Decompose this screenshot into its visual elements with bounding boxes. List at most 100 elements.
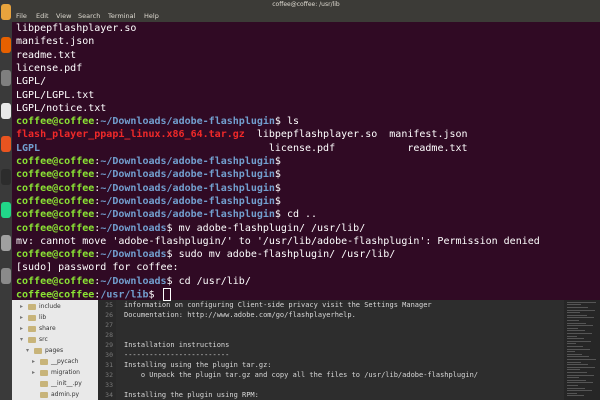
prompt-path: ~/Downloads/adobe-flashplugin (100, 116, 275, 128)
tree-item-label: lib (39, 314, 47, 321)
chevron-icon[interactable]: ▸ (20, 324, 28, 334)
terminal-text: $ cd /usr/lib/ (166, 275, 251, 287)
terminal-window[interactable]: coffee@coffee: /usr/lib File Edit View Sear… (12, 0, 600, 301)
menu-help[interactable]: Help (144, 10, 159, 22)
minimap-line (567, 385, 578, 386)
prompt-user: coffee@coffee (16, 156, 95, 167)
menu-terminal[interactable]: Terminal (108, 10, 135, 22)
code-area[interactable]: Adobe is committed to preserving the pri… (124, 290, 564, 400)
line-number: 31 (105, 361, 113, 369)
line-number: 25 (105, 301, 113, 309)
prompt-path: /usr/lib (100, 289, 149, 301)
chevron-icon[interactable]: ▾ (26, 346, 34, 356)
terminal-text: flash_player_ppapi_linux.x86_64.tar.gz (16, 129, 245, 141)
minimap-line (567, 348, 590, 350)
line-number: 33 (105, 381, 113, 389)
minimap-line (567, 346, 583, 347)
tree-item[interactable]: ▾ src (20, 335, 48, 345)
terminal-text: $ (274, 156, 281, 167)
tree-item[interactable]: ▸ include (20, 302, 61, 312)
terminal-text: libpepflashplayer.so (16, 23, 137, 34)
minimap-line (567, 374, 594, 376)
terminal-icon[interactable] (1, 169, 11, 185)
prompt-path: ~/Downloads/adobe-flashplugin (100, 195, 275, 207)
prompt-path: ~/Downloads/adobe-flashplugin (100, 169, 275, 181)
folder-icon (40, 391, 48, 398)
chevron-icon[interactable]: ▸ (32, 368, 40, 378)
folder-icon (28, 303, 36, 310)
prompt-user: coffee@coffee (16, 275, 95, 287)
terminal-text: $ mv adobe-flashplugin/ /usr/lib/ (166, 222, 366, 234)
title-bar[interactable]: coffee@coffee: /usr/lib (12, 0, 600, 10)
terminal-line: coffee@coffee:~/Downloads/adobe-flashplu… (16, 208, 317, 221)
tree-item[interactable]: ▾ pages (26, 346, 63, 356)
tree-item[interactable]: ▸ lib (20, 313, 46, 323)
prompt-path: ~/Downloads (100, 249, 167, 261)
tree-item[interactable]: ▸ __pycach (32, 357, 78, 367)
terminal-output[interactable]: libpepflashplayer.so manifest.json readme.… (16, 22, 596, 301)
terminal-line: coffee@coffee:/usr/lib$ (16, 288, 171, 301)
minimap-line (567, 314, 587, 316)
code-line: Installing the plugin using RPM: (124, 391, 259, 399)
chevron-icon[interactable]: ▸ (32, 357, 40, 367)
chrome-icon[interactable] (1, 4, 11, 20)
chevron-icon[interactable]: ▾ (20, 335, 28, 345)
terminal-line: coffee@coffee:~/Downloads$ cd /usr/lib/ (16, 275, 251, 288)
tree-item[interactable]: ▸ migration (32, 368, 80, 378)
folder-icon (40, 380, 48, 387)
minimap-line (567, 353, 582, 355)
menu-edit[interactable]: Edit (36, 10, 49, 22)
folder-icon (40, 358, 48, 365)
chevron-icon[interactable]: ▸ (20, 302, 28, 312)
trash-icon[interactable] (1, 268, 11, 284)
minimap-line (567, 372, 587, 373)
terminal-line: coffee@coffee:~/Downloads$ mv adobe-flas… (16, 222, 365, 235)
terminal-line: readme.txt (16, 49, 76, 62)
prompt-user: coffee@coffee (16, 222, 95, 234)
terminal-text: LGPL/LGPL.txt (16, 89, 95, 101)
terminal-line: license.pdf (16, 62, 82, 75)
folder-icon (40, 369, 48, 376)
minimap-line (567, 369, 580, 371)
prompt-path: ~/Downloads/adobe-flashplugin (100, 209, 275, 221)
prompt-user: coffee@coffee (16, 249, 95, 261)
menu-search[interactable]: Search (78, 10, 100, 22)
minimap[interactable] (564, 290, 600, 400)
settings-icon[interactable] (1, 235, 11, 251)
terminal-text: license.pdf readme.txt (40, 142, 468, 154)
tree-item-label: migration (51, 369, 80, 376)
minimap-line (567, 335, 577, 337)
firefox-icon[interactable] (1, 37, 11, 53)
line-number: 30 (105, 351, 113, 359)
tree-item[interactable]: ▸ share (20, 324, 56, 334)
terminal-text: $ (148, 289, 161, 301)
minimap-line (567, 327, 578, 329)
code-line: Documentation: http://www.adobe.com/go/f… (124, 311, 356, 319)
terminal-line: LGPL/LGPL.txt (16, 89, 94, 102)
terminal-text: $ (274, 182, 281, 194)
terminal-line: coffee@coffee:~/Downloads/adobe-flashplu… (16, 182, 281, 195)
folder-icon (28, 314, 36, 321)
text-editor-icon[interactable] (1, 103, 11, 119)
menu-file[interactable]: File (16, 10, 27, 22)
pycharm-icon[interactable] (1, 202, 11, 218)
terminal-text: $ (274, 195, 281, 207)
tree-item[interactable]: admin.py (32, 390, 79, 400)
software-center-icon[interactable] (1, 136, 11, 152)
tree-item[interactable]: __init__.py (32, 379, 82, 389)
chevron-icon[interactable]: ▸ (20, 313, 28, 323)
minimap-line (567, 338, 584, 340)
terminal-line: LGPL/notice.txt (16, 102, 106, 115)
minimap-line (567, 320, 579, 321)
terminal-line: coffee@coffee:~/Downloads$ sudo mv adobe… (16, 248, 395, 261)
menu-view[interactable]: View (56, 10, 71, 22)
minimap-line (567, 312, 580, 314)
files-icon[interactable] (1, 70, 11, 86)
tree-item-label: include (39, 303, 61, 310)
terminal-text: $ (274, 169, 281, 181)
window-title: coffee@coffee: /usr/lib (272, 1, 340, 8)
terminal-line: LGPL license.pdf readme.txt (16, 142, 468, 155)
text-cursor (162, 288, 171, 301)
minimap-line (567, 390, 592, 392)
prompt-user: coffee@coffee (16, 289, 95, 301)
